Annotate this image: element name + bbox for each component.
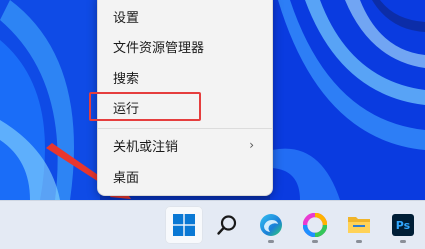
menu-item-label: 设置 — [113, 10, 140, 26]
menu-separator — [98, 128, 272, 129]
color-app-icon — [303, 213, 327, 237]
highlight-box — [89, 92, 201, 121]
taskbar: Ps — [0, 200, 425, 249]
menu-item-label: 桌面 — [113, 170, 140, 186]
menu-item-file-explorer[interactable]: 文件资源管理器 — [102, 31, 268, 61]
running-indicator — [312, 240, 318, 243]
menu-item-settings[interactable]: 设置 — [102, 1, 268, 31]
color-app-button[interactable] — [296, 206, 334, 244]
running-indicator — [356, 240, 362, 243]
file-explorer-button[interactable] — [340, 206, 378, 244]
running-indicator — [400, 240, 406, 243]
search-icon — [217, 215, 237, 235]
chevron-right-icon: › — [249, 138, 254, 152]
search-button[interactable] — [208, 206, 246, 244]
menu-item-label: 搜索 — [113, 71, 140, 87]
menu-item-desktop[interactable]: 桌面 — [102, 161, 268, 191]
running-indicator — [268, 240, 274, 243]
start-button[interactable] — [165, 206, 203, 244]
menu-item-search[interactable]: 搜索 — [102, 62, 268, 92]
menu-item-shutdown[interactable]: 关机或注销 › — [102, 130, 268, 160]
start-icon — [173, 214, 195, 236]
photoshop-button[interactable]: Ps — [384, 206, 422, 244]
photoshop-icon: Ps — [392, 214, 414, 236]
menu-item-label: 文件资源管理器 — [113, 40, 205, 56]
menu-item-label: 关机或注销 — [113, 139, 179, 155]
edge-button[interactable] — [252, 206, 290, 244]
file-explorer-icon — [348, 217, 370, 233]
edge-icon — [260, 214, 282, 236]
